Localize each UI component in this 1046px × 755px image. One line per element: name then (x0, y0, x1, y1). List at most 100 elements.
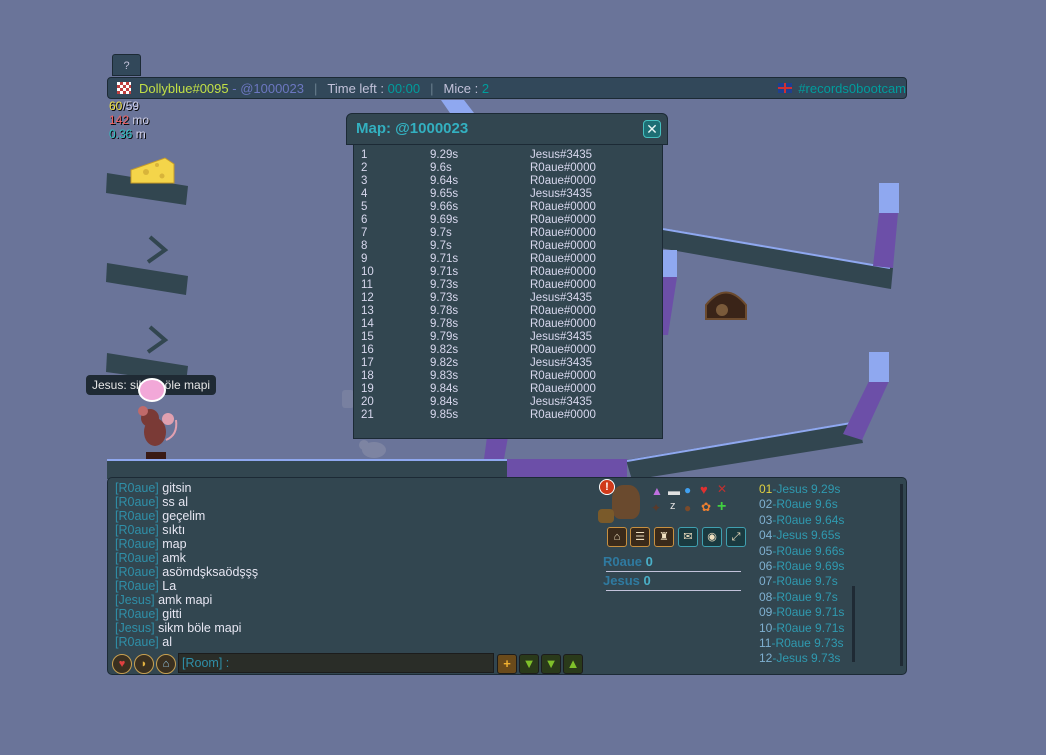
chat-line: [Jesus] amk mapi (115, 593, 212, 607)
map-records-dialog: Map: @1000023 ✕ 1 9.29s Jesus#3435 2 9.6s R0a… (346, 113, 668, 439)
chat-author[interactable]: [Jesus] (115, 621, 155, 635)
ranking-row: 12-Jesus 9.73s (759, 651, 840, 666)
record-rank: 18 (361, 370, 374, 382)
discord-button[interactable]: ◉ (702, 527, 722, 547)
record-player: Jesus#3435 (530, 396, 593, 408)
chat-line: [R0aue] sıktı (115, 523, 185, 537)
record-player: R0aue#0000 (530, 318, 596, 330)
arrow-right-icon (146, 235, 169, 264)
record-rank: 19 (361, 383, 374, 395)
chat-line: [R0aue] amk (115, 551, 186, 565)
sleep-icon: z (670, 500, 676, 512)
close-icon[interactable]: ✕ (643, 120, 661, 138)
mouse-avatar[interactable] (612, 485, 640, 519)
record-row: 2 9.6s R0aue#0000 (354, 162, 654, 175)
chat-author[interactable]: [R0aue] (115, 551, 159, 565)
record-rank: 15 (361, 331, 374, 343)
shop-button[interactable]: ⌂ (607, 527, 627, 547)
chat-line: [R0aue] map (115, 537, 187, 551)
record-player: Jesus#3435 (530, 188, 593, 200)
record-rank: 13 (361, 305, 374, 317)
record-player: R0aue#0000 (530, 383, 596, 395)
record-time: 9.7s (430, 240, 452, 252)
record-time: 9.73s (430, 292, 459, 304)
chat-author[interactable]: [R0aue] (115, 537, 159, 551)
ranking-row: 07-R0aue 9.7s (759, 574, 838, 589)
dialog-title: Map: @1000023 (356, 120, 469, 137)
chat-message: map (162, 537, 187, 551)
floor (107, 459, 507, 479)
heart-emote-button[interactable]: ♥ (112, 654, 132, 674)
room-name[interactable]: #records0bootcam (798, 81, 906, 96)
chat-input[interactable]: [Room] : (178, 653, 494, 673)
chat-message: asömdşksaödşşş (162, 565, 259, 579)
record-row: 3 9.64s R0aue#0000 (354, 175, 654, 188)
record-time: 9.82s (430, 357, 459, 369)
chat-line: [Jesus] sikm böle mapi (115, 621, 241, 635)
scroll-bottom-button[interactable]: ▼ (541, 654, 561, 674)
shaman-emote-button[interactable]: ◗ (134, 654, 154, 674)
record-row: 1 9.29s Jesus#3435 (354, 149, 654, 162)
record-rank: 12 (361, 292, 374, 304)
record-rank: 1 (361, 149, 368, 161)
flower-icon: ✿ (701, 500, 712, 514)
record-player: R0aue#0000 (530, 240, 596, 252)
chat-line: [R0aue] gitti (115, 607, 182, 621)
record-row: 16 9.82s R0aue#0000 (354, 344, 654, 357)
scroll-up-button[interactable]: ▲ (563, 654, 583, 674)
record-player: R0aue#0000 (530, 305, 596, 317)
record-time: 9.79s (430, 331, 459, 343)
inventory-bag-icon[interactable] (598, 509, 614, 523)
plus-green-icon[interactable]: + (717, 498, 726, 516)
chat-author[interactable]: [R0aue] (115, 523, 159, 537)
score-divider (606, 571, 741, 572)
chat-author[interactable]: [R0aue] (115, 481, 159, 495)
house-emote-button[interactable]: ⌂ (156, 654, 176, 674)
record-time: 9.78s (430, 305, 459, 317)
chat-message: ss al (162, 495, 188, 509)
ranking-row: 11-R0aue 9.73s (759, 636, 844, 651)
scroll-down-button[interactable]: ▼ (519, 654, 539, 674)
record-rank: 8 (361, 240, 368, 252)
record-row: 11 9.73s R0aue#0000 (354, 279, 654, 292)
chat-author[interactable]: [R0aue] (115, 607, 159, 621)
chat-author[interactable]: [R0aue] (115, 509, 159, 523)
chat-line: [R0aue] La (115, 579, 176, 593)
record-player: Jesus#3435 (530, 149, 593, 161)
chat-line: [R0aue] ss al (115, 495, 188, 509)
chat-bubble-button[interactable]: ✉ (678, 527, 698, 547)
record-rank: 11 (361, 279, 373, 291)
chat-message: sıktı (162, 523, 186, 537)
help-button[interactable]: ? (112, 54, 141, 76)
mo-value: 142 (109, 113, 130, 127)
top-info-bar: Dollyblue#0095 - @1000023 | Time left : … (107, 77, 907, 99)
chat-scrollbar[interactable] (852, 586, 855, 662)
record-time: 9.6s (430, 162, 452, 174)
score-jesus: Jesus 0 (603, 573, 651, 588)
chat-author[interactable]: [R0aue] (115, 565, 159, 579)
ranking-row: 02-R0aue 9.6s (759, 497, 838, 512)
record-rank: 17 (361, 357, 374, 369)
record-row: 19 9.84s R0aue#0000 (354, 383, 654, 396)
chat-author[interactable]: [R0aue] (115, 635, 159, 649)
menu-list-button[interactable]: ☰ (630, 527, 650, 547)
chat-author[interactable]: [R0aue] (115, 495, 159, 509)
ranking-entry: -R0aue 9.66s (772, 543, 845, 558)
ranking-row: 04-Jesus 9.65s (759, 528, 840, 543)
ranking-entry: -Jesus 9.29s (772, 482, 841, 496)
ranking-position: 10 (759, 620, 773, 635)
record-rank: 14 (361, 318, 374, 330)
chat-message: gitti (162, 607, 182, 621)
fullscreen-button[interactable]: ⤢ (726, 527, 746, 547)
ranking-position: 06 (759, 559, 773, 573)
feather-icon: ✦ (651, 501, 662, 515)
wardrobe-button[interactable]: ♜ (654, 527, 674, 547)
player-mouse (138, 406, 178, 459)
player-name[interactable]: Dollyblue#0095 (139, 81, 229, 96)
chat-author[interactable]: [Jesus] (115, 593, 155, 607)
chat-author[interactable]: [R0aue] (115, 579, 159, 593)
avatar-face-icon (138, 378, 166, 402)
map-code[interactable]: @1000023 (240, 81, 304, 96)
ranking-scrollbar[interactable] (900, 484, 903, 666)
plus-button[interactable]: + (497, 654, 517, 674)
